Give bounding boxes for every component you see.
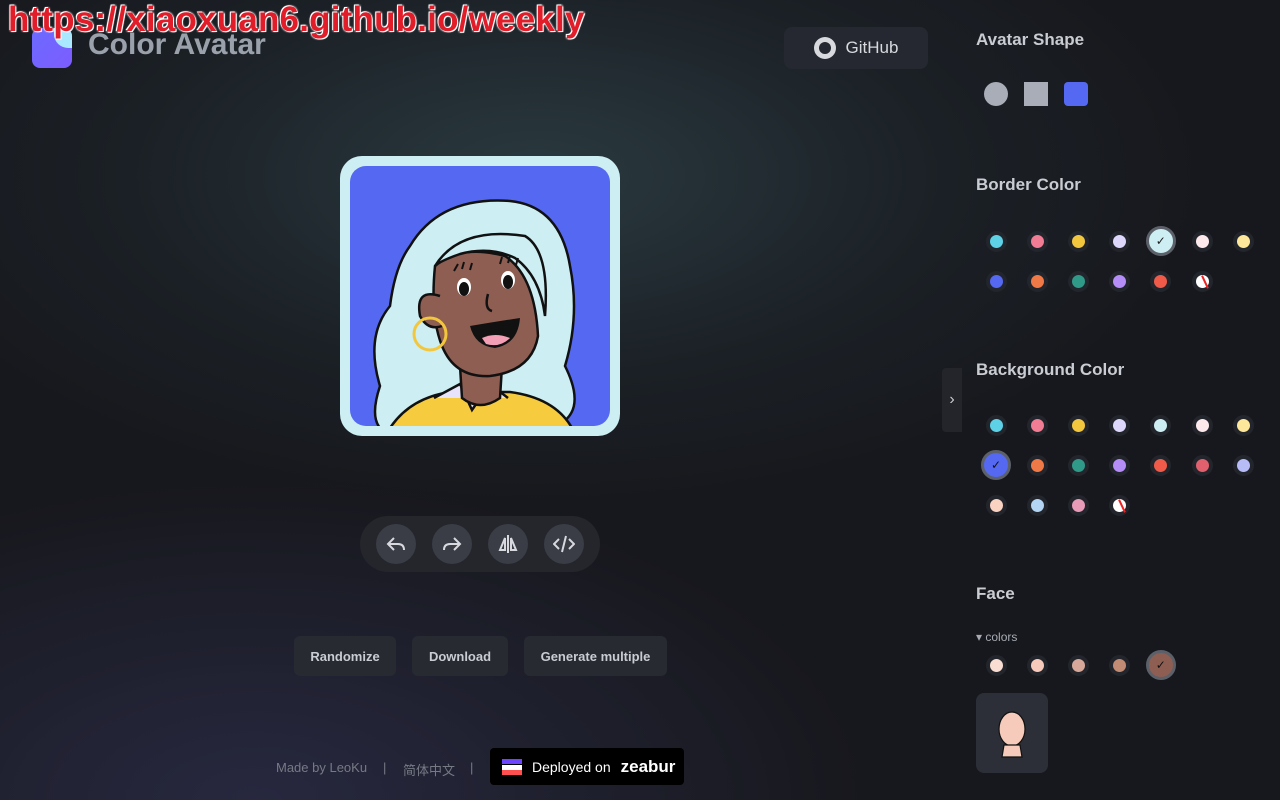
- code-button[interactable]: [544, 524, 584, 564]
- face-colors-label: colors: [985, 630, 1018, 644]
- border-color-swatch[interactable]: [1109, 230, 1131, 252]
- github-label: GitHub: [845, 38, 899, 57]
- border-color-swatch[interactable]: [1067, 270, 1089, 292]
- footer-separator: |: [383, 760, 387, 775]
- border-color-swatch[interactable]: [1067, 230, 1089, 252]
- undo-button[interactable]: [376, 524, 416, 564]
- background-color-swatch[interactable]: [1109, 454, 1131, 476]
- border-color-swatch[interactable]: ✓: [1145, 226, 1176, 256]
- avatar-preview: [340, 156, 620, 436]
- face-preview-icon: [998, 711, 1026, 758]
- deploy-badge[interactable]: Deployed on zeabur: [490, 748, 684, 785]
- github-button[interactable]: GitHub: [784, 27, 928, 69]
- made-by-link[interactable]: Made by LeoKu: [276, 760, 367, 775]
- check-icon: ✓: [1155, 234, 1166, 248]
- border-color-swatch[interactable]: [985, 270, 1007, 292]
- border-color-swatch[interactable]: [1191, 230, 1213, 252]
- background-color-swatch[interactable]: [1026, 414, 1048, 436]
- github-icon: [813, 37, 836, 59]
- border-color-swatch[interactable]: [1026, 270, 1048, 292]
- avatar-shape-title: Avatar Shape: [976, 30, 1085, 49]
- border-color-swatch[interactable]: [1232, 230, 1254, 252]
- chevron-right-icon: ›: [949, 391, 955, 408]
- face-color-swatch[interactable]: [1067, 654, 1089, 676]
- border-color-title: Border Color: [976, 175, 1081, 194]
- flip-icon: [498, 535, 518, 553]
- background-color-swatch[interactable]: [1026, 494, 1048, 516]
- background-color-swatch[interactable]: [1232, 454, 1254, 476]
- face-color-swatch[interactable]: ✓: [1145, 650, 1176, 680]
- randomize-button[interactable]: Randomize: [294, 636, 396, 676]
- background-color-swatch[interactable]: [1191, 454, 1213, 476]
- border-color-swatch[interactable]: [985, 230, 1007, 252]
- background-color-swatch[interactable]: [1067, 414, 1089, 436]
- background-color-swatch[interactable]: [1150, 454, 1172, 476]
- shape-squircle-option[interactable]: [1064, 82, 1088, 106]
- no-color-icon: [1200, 274, 1209, 289]
- border-color-swatch[interactable]: [1150, 270, 1172, 292]
- background-color-swatch[interactable]: ✓: [981, 450, 1011, 480]
- face-color-swatch[interactable]: [985, 654, 1007, 676]
- background-color-swatch[interactable]: [1067, 494, 1089, 516]
- shape-square-option[interactable]: [1024, 82, 1048, 106]
- face-title: Face: [976, 584, 1015, 603]
- background-color-swatch[interactable]: [1026, 454, 1048, 476]
- footer-separator: |: [470, 760, 474, 775]
- deploy-brand: zeabur: [620, 756, 676, 776]
- generate-multiple-button[interactable]: Generate multiple: [524, 636, 667, 676]
- background-color-swatch[interactable]: [1109, 494, 1131, 516]
- face-color-swatch[interactable]: [1026, 654, 1048, 676]
- undo-icon: [386, 537, 405, 551]
- panel-toggle-button[interactable]: ›: [942, 368, 962, 432]
- redo-icon: [443, 537, 462, 551]
- background-color-swatch[interactable]: [985, 494, 1007, 516]
- check-icon: ✓: [1155, 658, 1166, 672]
- border-color-swatch[interactable]: [1026, 230, 1048, 252]
- face-colors-toggle[interactable]: ▾ colors: [976, 630, 1017, 644]
- background-color-swatch[interactable]: [1232, 414, 1254, 436]
- check-icon: ✓: [990, 458, 1002, 472]
- background-color-swatch[interactable]: [1191, 414, 1213, 436]
- avatar-canvas: [350, 166, 610, 426]
- background-color-swatch[interactable]: [1109, 414, 1131, 436]
- download-button[interactable]: Download: [412, 636, 508, 676]
- flip-button[interactable]: [488, 524, 528, 564]
- border-color-swatch[interactable]: [1109, 270, 1131, 292]
- avatar-illustration: [373, 199, 576, 426]
- language-switch[interactable]: 简体中文: [403, 760, 455, 779]
- background-color-swatch[interactable]: [985, 414, 1007, 436]
- background-color-title: Background Color: [976, 360, 1125, 379]
- face-option[interactable]: [976, 693, 1048, 773]
- avatar-toolbar: [360, 516, 600, 572]
- zeabur-logo-icon: [502, 758, 522, 775]
- border-color-swatch[interactable]: [1191, 270, 1213, 292]
- background-color-swatch[interactable]: [1150, 414, 1172, 436]
- watermark-url: https://xiaoxuan6.github.io/weekly: [8, 0, 585, 39]
- no-color-icon: [1118, 498, 1126, 513]
- redo-button[interactable]: [432, 524, 472, 564]
- deploy-prefix: Deployed on: [532, 758, 611, 775]
- code-icon: [553, 535, 575, 553]
- background-color-swatch[interactable]: [1067, 454, 1089, 476]
- shape-circle-option[interactable]: [984, 82, 1008, 106]
- face-color-swatch[interactable]: [1109, 654, 1131, 676]
